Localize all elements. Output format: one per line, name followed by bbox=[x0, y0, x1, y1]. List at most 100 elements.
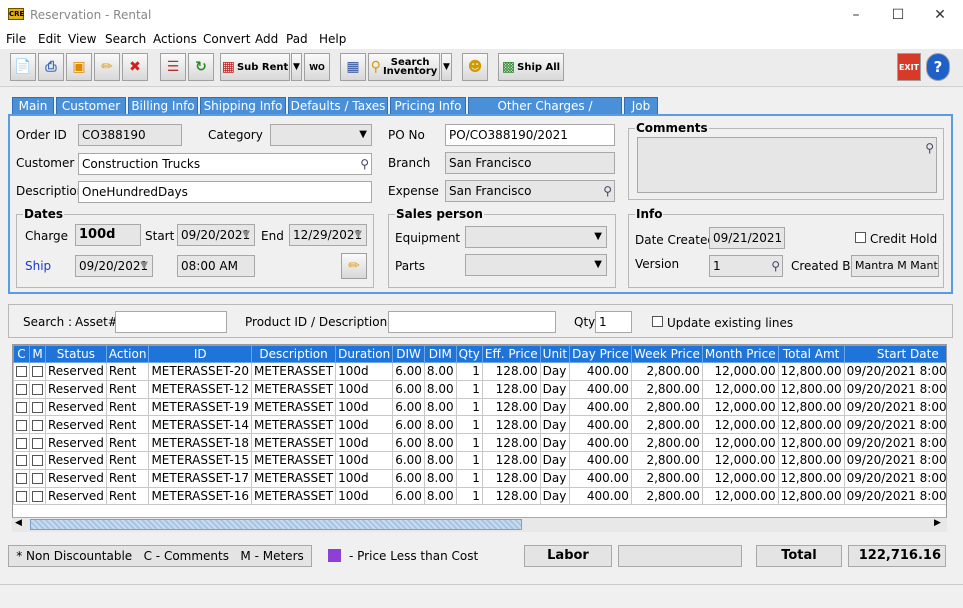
column-header-c[interactable]: C bbox=[13, 345, 30, 363]
column-header-id[interactable]: ID bbox=[148, 345, 253, 363]
ship-date-field[interactable]: 09/20/2021 ▼ bbox=[75, 255, 153, 277]
search-icon[interactable]: ⚲ bbox=[360, 154, 369, 174]
meters-checkbox[interactable] bbox=[32, 366, 43, 378]
column-header-total-amt[interactable]: Total Amt bbox=[777, 345, 845, 363]
search-icon[interactable]: ⚲ bbox=[603, 181, 612, 201]
person-icon[interactable]: ☻ bbox=[462, 53, 488, 81]
table-row[interactable]: Reserved Rent METERASSET-15 METERASSET 100d 6… bbox=[13, 450, 946, 470]
ship-time-field[interactable]: 08:00 AM bbox=[177, 255, 255, 277]
meters-checkbox[interactable] bbox=[32, 455, 43, 467]
cell-m[interactable] bbox=[29, 397, 46, 417]
labor-button[interactable]: Labor bbox=[524, 545, 612, 567]
comments-checkbox[interactable] bbox=[16, 401, 27, 413]
asset-search-input[interactable] bbox=[115, 311, 227, 333]
search-icon[interactable]: ⚲ bbox=[771, 256, 780, 276]
column-header-status[interactable]: Status bbox=[45, 345, 107, 363]
column-header-month-price[interactable]: Month Price bbox=[701, 345, 779, 363]
exit-button[interactable]: EXIT bbox=[897, 53, 921, 81]
column-header-eff-price[interactable]: Eff. Price bbox=[481, 345, 541, 363]
help-icon[interactable]: ? bbox=[926, 53, 950, 81]
cell-m[interactable] bbox=[29, 450, 46, 470]
update-existing-lines-checkbox[interactable] bbox=[652, 316, 663, 327]
start-date-field[interactable]: 09/20/2021 ▼ bbox=[177, 224, 255, 246]
tab-job[interactable]: Job bbox=[624, 97, 658, 115]
tab-shipping-info[interactable]: Shipping Info bbox=[200, 97, 286, 115]
meters-checkbox[interactable] bbox=[32, 401, 43, 413]
qty-input[interactable]: 1 bbox=[595, 311, 632, 333]
comments-checkbox[interactable] bbox=[16, 455, 27, 467]
column-header-week-price[interactable]: Week Price bbox=[630, 345, 703, 363]
cell-c[interactable] bbox=[13, 433, 30, 452]
menu-search[interactable]: Search bbox=[105, 32, 146, 46]
meters-checkbox[interactable] bbox=[32, 419, 43, 431]
cell-c[interactable] bbox=[13, 415, 30, 435]
meters-checkbox[interactable] bbox=[32, 384, 43, 396]
comments-checkbox[interactable] bbox=[16, 437, 27, 449]
refresh-icon[interactable]: ↻ bbox=[188, 53, 214, 81]
sub-rent-dropdown-icon[interactable]: ▼ bbox=[291, 53, 302, 81]
save-icon[interactable]: ▣ bbox=[66, 53, 92, 81]
meters-checkbox[interactable] bbox=[32, 437, 43, 449]
table-row[interactable]: Reserved Rent METERASSET-17 METERASSET 100d 6… bbox=[13, 468, 946, 488]
table-row[interactable]: Reserved Rent METERASSET-20 METERASSET 100d 6… bbox=[13, 362, 946, 381]
cell-m[interactable] bbox=[29, 468, 46, 488]
sub-rent-button[interactable]: ▦ Sub Rent bbox=[220, 53, 290, 81]
cell-c[interactable] bbox=[13, 450, 30, 470]
menu-pad[interactable]: Pad bbox=[286, 32, 308, 46]
product-search-input[interactable] bbox=[388, 311, 556, 333]
work-order-button[interactable]: WO bbox=[304, 53, 330, 81]
equipment-select[interactable]: ▼ bbox=[465, 226, 607, 248]
tab-pricing-info[interactable]: Pricing Info bbox=[390, 97, 466, 115]
menu-view[interactable]: View bbox=[68, 32, 96, 46]
delete-icon[interactable]: ✖ bbox=[122, 53, 148, 81]
scroll-right-icon[interactable]: ▶ bbox=[934, 518, 941, 528]
expense-field[interactable]: San Francisco ⚲ bbox=[445, 180, 615, 202]
tab-billing-info[interactable]: Billing Info bbox=[128, 97, 198, 115]
notes-icon[interactable]: ☰ bbox=[160, 53, 186, 81]
cell-m[interactable] bbox=[29, 362, 46, 381]
cell-m[interactable] bbox=[29, 415, 46, 435]
meters-checkbox[interactable] bbox=[32, 473, 43, 485]
cell-m[interactable] bbox=[29, 486, 46, 506]
cell-m[interactable] bbox=[29, 433, 46, 452]
comments-checkbox[interactable] bbox=[16, 419, 27, 431]
cell-c[interactable] bbox=[13, 379, 30, 399]
menu-help[interactable]: Help bbox=[319, 32, 346, 46]
scrollbar-thumb[interactable] bbox=[30, 519, 522, 530]
column-header-qty[interactable]: Qty bbox=[455, 345, 483, 363]
tab-defaults-taxes[interactable]: Defaults / Taxes bbox=[288, 97, 388, 115]
column-header-m[interactable]: M bbox=[29, 345, 46, 363]
column-header-dim[interactable]: DIM bbox=[423, 345, 457, 363]
parts-select[interactable]: ▼ bbox=[465, 254, 607, 276]
comments-field[interactable]: ⚲ bbox=[637, 137, 937, 193]
column-header-unit[interactable]: Unit bbox=[539, 345, 571, 363]
tab-other-charges-summary[interactable]: Other Charges / Summary bbox=[468, 97, 622, 129]
table-row[interactable]: Reserved Rent METERASSET-19 METERASSET 100d 6… bbox=[13, 397, 946, 417]
column-header-day-price[interactable]: Day Price bbox=[569, 345, 632, 363]
table-row[interactable]: Reserved Rent METERASSET-12 METERASSET 100d 6… bbox=[13, 379, 946, 399]
menu-file[interactable]: File bbox=[6, 32, 26, 46]
column-header-diw[interactable]: DIW bbox=[392, 345, 425, 363]
column-header-duration[interactable]: Duration bbox=[335, 345, 394, 363]
menu-edit[interactable]: Edit bbox=[38, 32, 61, 46]
cell-c[interactable] bbox=[13, 397, 30, 417]
ship-label[interactable]: Ship bbox=[25, 259, 51, 273]
comments-checkbox[interactable] bbox=[16, 473, 27, 485]
comments-checkbox[interactable] bbox=[16, 366, 27, 378]
maximize-icon[interactable]: ☐ bbox=[878, 4, 918, 26]
version-field[interactable]: 1 ⚲ bbox=[709, 255, 783, 277]
table-row[interactable]: Reserved Rent METERASSET-16 METERASSET 100d 6… bbox=[13, 486, 946, 506]
column-header-start-date[interactable]: Start Date bbox=[843, 345, 946, 363]
search-inventory-button[interactable]: ⚲ Search Inventory bbox=[368, 53, 440, 81]
calculator-icon[interactable]: ▦ bbox=[340, 53, 366, 81]
ship-all-button[interactable]: ▩ Ship All bbox=[498, 53, 564, 81]
credit-hold-checkbox[interactable] bbox=[855, 232, 866, 243]
scroll-left-icon[interactable]: ◀ bbox=[15, 518, 22, 528]
tab-customer[interactable]: Customer bbox=[56, 97, 126, 115]
cell-m[interactable] bbox=[29, 379, 46, 399]
cell-c[interactable] bbox=[13, 486, 30, 506]
table-row[interactable]: Reserved Rent METERASSET-18 METERASSET 100d 6… bbox=[13, 433, 946, 452]
po-no-field[interactable]: PO/CO388190/2021 bbox=[445, 124, 615, 146]
cell-c[interactable] bbox=[13, 468, 30, 488]
search-inventory-dropdown-icon[interactable]: ▼ bbox=[441, 53, 452, 81]
